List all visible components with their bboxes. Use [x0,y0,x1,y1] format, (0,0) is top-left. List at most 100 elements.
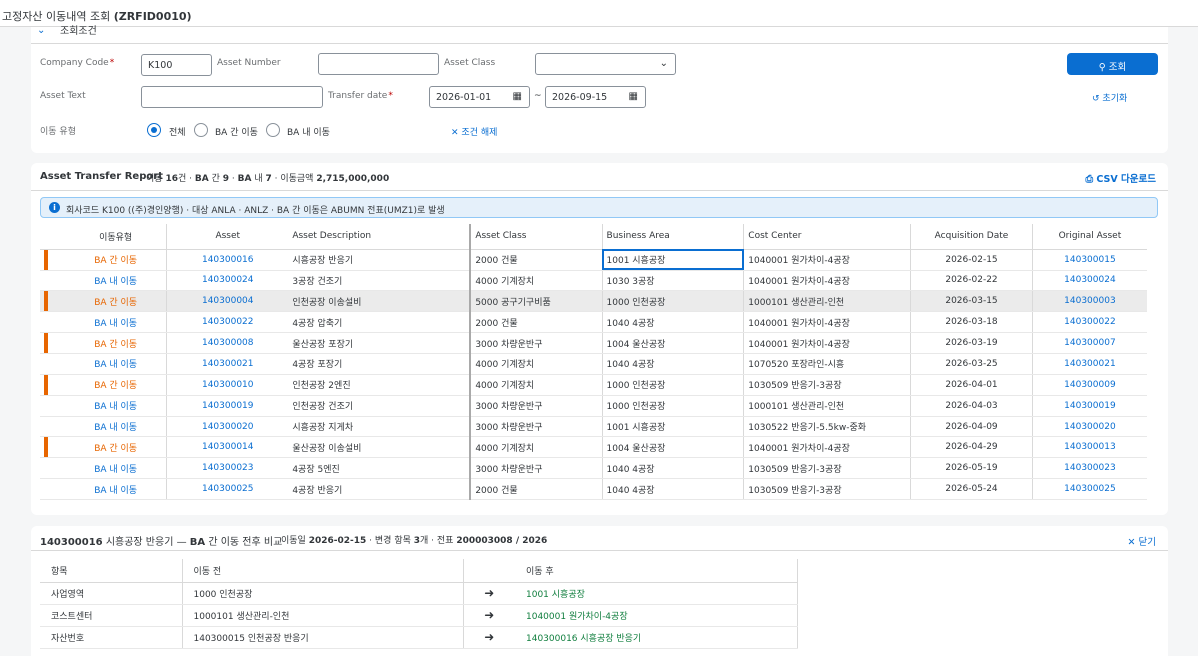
column-header[interactable]: Acquisition Date [910,224,1033,250]
business-area-cell[interactable]: 1040 4공장 [601,457,744,480]
before-cell: 1000101 생산관리-인천 [181,604,463,627]
date-from-input[interactable]: 2026-01-01 ▦ [429,86,530,108]
business-area-cell[interactable]: 1000 인천공장 [601,395,744,417]
calendar-icon[interactable]: ▦ [629,91,638,102]
chevron-down-icon[interactable]: ⌄ [37,25,45,36]
column-header[interactable]: Asset Description [288,224,471,250]
move-type-cell: BA 내 이동 [65,416,167,438]
clear-conditions-button[interactable]: ✕ 조건 해제 [451,125,497,138]
filter-header[interactable]: ⌄ 조회조건 [31,25,1168,44]
table-row[interactable]: BA 간 이동 140300008 울산공장 포장기 3000 차량운반구 1004 울… [40,332,1147,355]
original-asset-link[interactable]: 140300025 [1031,478,1147,501]
table-row[interactable]: BA 간 이동 140300004 인천공장 이송설비 5000 공구기구비품 1000… [40,290,1147,313]
asset-description-cell: 시흥공장 반응기 [288,249,471,271]
asset-text-label: Asset Text [40,91,86,101]
asset-number-label: Asset Number [217,58,281,68]
asset-link[interactable]: 140300004 [166,290,289,313]
business-area-cell[interactable]: 1001 시흥공장 [601,416,744,438]
table-row[interactable]: BA 내 이동 140300025 4공장 반응기 2000 건물 1040 4공장 10… [40,478,1147,501]
original-asset-link[interactable]: 140300003 [1031,290,1147,313]
asset-link[interactable]: 140300008 [166,332,289,355]
asset-link[interactable]: 140300023 [166,457,289,480]
asset-link[interactable]: 140300021 [166,353,289,375]
column-header[interactable]: Asset Class [469,224,603,250]
company-code-input[interactable]: K100 [141,54,212,76]
business-area-cell[interactable]: 1000 인천공장 [601,290,744,313]
report-title: Asset Transfer Report [40,171,163,182]
column-header[interactable]: Asset [166,224,289,250]
asset-class-cell: 2000 건물 [469,249,603,271]
column-header[interactable]: Cost Center [743,224,911,250]
table-row[interactable]: BA 내 이동 140300024 3공장 건조기 4000 기계장치 1030 3공장… [40,270,1147,292]
asset-class-cell: 2000 건물 [469,311,603,334]
calendar-icon[interactable]: ▦ [513,91,522,102]
compare-header-row: 항목 이동 전 이동 후 [40,559,1158,583]
table-row[interactable]: BA 내 이동 140300021 4공장 포장기 4000 기계장치 1040 4공장… [40,353,1147,375]
radio-inter[interactable] [194,123,208,137]
business-area-cell[interactable]: 1030 3공장 [601,270,744,292]
date-to-input[interactable]: 2026-09-15 ▦ [545,86,646,108]
column-header[interactable]: Original Asset [1031,224,1147,250]
csv-download-button[interactable]: ⎙ CSV 다운로드 [1085,171,1156,185]
asset-link[interactable]: 140300025 [166,478,289,501]
asset-text-input[interactable] [141,86,323,108]
asset-class-cell: 3000 차량운반구 [469,332,603,355]
table-row[interactable]: BA 내 이동 140300023 4공장 5엔진 3000 차량운반구 1040 4공… [40,457,1147,480]
asset-link[interactable]: 140300019 [166,395,289,417]
asset-link[interactable]: 140300014 [166,436,289,459]
radio-intra[interactable] [266,123,280,137]
arrow-right-icon: ➜ [462,582,515,605]
before-cell: 140300015 인천공장 반응기 [181,626,463,649]
table-row[interactable]: BA 내 이동 140300022 4공장 압축기 2000 건물 1040 4공장 10… [40,311,1147,334]
original-asset-link[interactable]: 140300024 [1031,270,1147,292]
column-header[interactable]: Business Area [601,224,744,250]
original-asset-link[interactable]: 140300007 [1031,332,1147,355]
asset-number-input[interactable] [318,53,439,75]
column-header[interactable]: 이동유형 [65,224,167,250]
original-asset-link[interactable]: 140300009 [1031,374,1147,396]
empty-cell [796,604,1158,626]
asset-link[interactable]: 140300010 [166,374,289,396]
business-area-cell[interactable]: 1004 울산공장 [601,436,744,459]
original-asset-link[interactable]: 140300019 [1031,395,1147,417]
acquisition-date-cell: 2026-04-01 [910,374,1033,396]
original-asset-link[interactable]: 140300015 [1031,249,1147,271]
asset-link[interactable]: 140300020 [166,416,289,438]
business-area-cell[interactable]: 1040 4공장 [601,353,744,375]
original-asset-link[interactable]: 140300020 [1031,416,1147,438]
transfer-table: 이동유형 Asset Asset Description Asset Class… [40,224,1147,501]
business-area-cell[interactable]: 1001 시흥공장 [601,249,744,271]
move-type-cell: BA 내 이동 [65,457,167,480]
table-row[interactable]: BA 간 이동 140300010 인천공장 2엔진 4000 기계장치 1000 인천… [40,374,1147,396]
table-row[interactable]: BA 내 이동 140300019 인천공장 건조기 3000 차량운반구 1000 인… [40,395,1147,417]
business-area-cell[interactable]: 1000 인천공장 [601,374,744,396]
table-row[interactable]: BA 간 이동 140300016 시흥공장 반응기 2000 건물 1001 시흥공장… [40,249,1147,271]
chevron-down-icon: ⌄ [659,58,668,69]
business-area-cell[interactable]: 1004 울산공장 [601,332,744,355]
radio-all[interactable] [147,123,161,137]
asset-description-cell: 4공장 반응기 [288,478,471,501]
asset-class-label: Asset Class [444,58,496,68]
move-type-cell: BA 간 이동 [65,436,167,459]
original-asset-link[interactable]: 140300022 [1031,311,1147,334]
original-asset-link[interactable]: 140300023 [1031,457,1147,480]
table-row[interactable]: BA 간 이동 140300014 울산공장 이송설비 4000 기계장치 1004 울… [40,436,1147,459]
asset-description-cell: 인천공장 이송설비 [288,290,471,313]
reset-button[interactable]: ↺ 초기화 [1092,91,1127,104]
original-asset-link[interactable]: 140300021 [1031,353,1147,375]
transfer-date-label: Transfer date* [328,91,393,101]
asset-link[interactable]: 140300022 [166,311,289,334]
asset-link[interactable]: 140300016 [166,249,289,271]
original-asset-link[interactable]: 140300013 [1031,436,1147,459]
close-compare-button[interactable]: ✕ 닫기 [1128,534,1156,548]
business-area-cell[interactable]: 1040 4공장 [601,478,744,501]
acquisition-date-cell: 2026-05-24 [910,478,1033,501]
asset-class-select[interactable]: ⌄ [535,53,676,75]
search-button[interactable]: ⚲ 조회 [1067,53,1158,75]
table-row[interactable]: BA 내 이동 140300020 시흥공장 지게차 3000 차량운반구 1001 시… [40,416,1147,438]
after-cell: 1001 시흥공장 [515,582,797,605]
business-area-cell[interactable]: 1040 4공장 [601,311,744,334]
filter-title: 조회조건 [60,26,97,37]
radio-all-label: 전체 [169,128,186,138]
asset-link[interactable]: 140300024 [166,270,289,292]
